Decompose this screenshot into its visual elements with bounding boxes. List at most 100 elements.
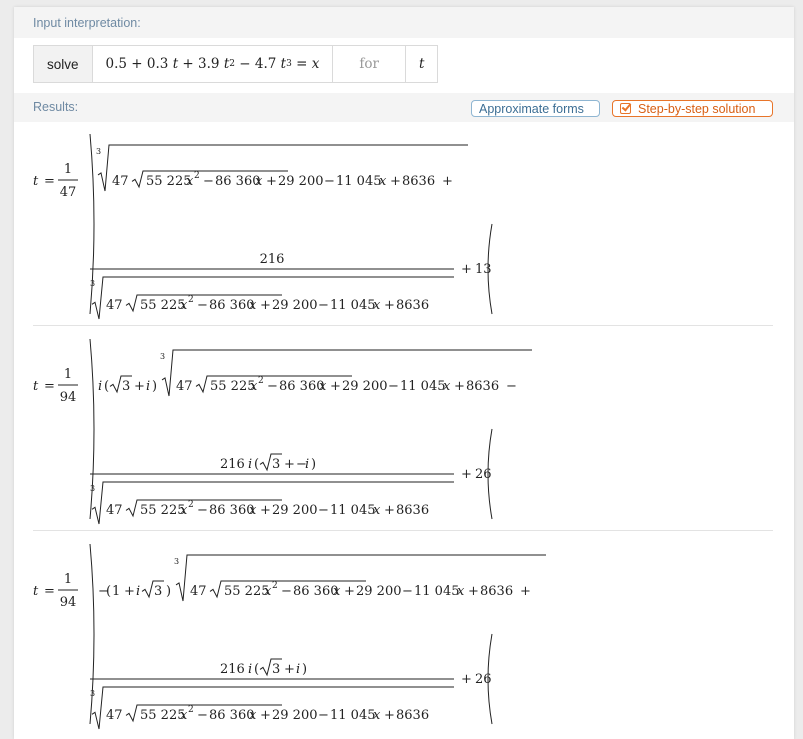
sol1-den-plus2: +: [384, 298, 395, 313]
sol3-frac-num: 1: [64, 572, 72, 587]
sol3-top-r3: 29 200: [356, 584, 402, 599]
sol3-rp: ): [166, 584, 171, 599]
sol3-t-var: t: [33, 584, 39, 599]
sol1-top-l1: 11 045: [336, 174, 382, 189]
solutions-area: t =147347 55 225x 2−86 360x +29 200−11 045x +…: [33, 133, 546, 730]
sol3-num-lp: (: [254, 662, 259, 677]
step-by-step-icon: [620, 103, 631, 114]
sol1-den-x3: x: [373, 298, 381, 313]
sol2-top-plus: +: [330, 379, 341, 394]
sol2-top-plus2: +: [454, 379, 465, 394]
sol1-const: 13: [475, 262, 492, 277]
coef-0: 0.5: [105, 56, 127, 72]
for-variable-cell: t: [406, 46, 437, 82]
sol1-den-r1: 55 225: [140, 298, 186, 313]
sol1-top-x: x: [186, 174, 194, 189]
sol3-den-plus: +: [260, 708, 271, 723]
sol3-frac-den: 94: [60, 595, 77, 610]
sol2-den-l1: 11 045: [330, 503, 376, 518]
sol3-cuberoot-top-index: 3: [174, 557, 179, 566]
for-cell: for: [333, 46, 406, 82]
sol2-top-x: x: [250, 379, 258, 394]
sol2-num-lp: (: [254, 457, 259, 472]
approximate-forms-button[interactable]: Approximate forms: [471, 100, 600, 117]
sol2-den-x: x: [180, 503, 188, 518]
sol1-den-l2: 8636: [396, 298, 429, 313]
sol2-top-r3: 29 200: [342, 379, 388, 394]
sol2-den-r2: 86 360: [209, 503, 255, 518]
input-interpretation-title: Input interpretation:: [33, 16, 141, 30]
var-x: x: [311, 56, 320, 72]
sol2-const: 26: [475, 467, 492, 482]
var-t: t: [172, 56, 179, 72]
sol2-top-x2: x: [319, 379, 327, 394]
sol1-den-sq: 2: [188, 295, 194, 305]
sol3-den-minus2: −: [318, 708, 329, 723]
sol1-top-plus: +: [266, 174, 277, 189]
sol2-i2: i: [146, 379, 150, 394]
sol3-den-plus2: +: [384, 708, 395, 723]
exponent-3: 3: [286, 59, 292, 69]
sol3-top-x: x: [264, 584, 272, 599]
sol2-den-r1: 55 225: [140, 503, 186, 518]
sol1-cuberoot-den-index: 3: [90, 279, 95, 288]
sol2-cuberoot-den-index: 3: [90, 484, 95, 493]
sol2-den-x2: x: [249, 503, 257, 518]
sol3-num-three: 3: [272, 662, 280, 677]
sol1-plus-const: +: [461, 262, 472, 277]
sol1-cuberoot-top-index: 3: [96, 147, 101, 156]
sol2-top-minus2: −: [388, 379, 399, 394]
sol1-top-minus: −: [203, 174, 214, 189]
sol3-i: i: [136, 584, 140, 599]
sol2-top-l2: 8636: [466, 379, 499, 394]
sol1-den-minus: −: [197, 298, 208, 313]
solve-cell: solve: [34, 46, 93, 82]
sol3-den-coef-47: 47: [106, 708, 123, 723]
sol2-den-l2: 8636: [396, 503, 429, 518]
input-interpretation-header: Input interpretation:: [14, 7, 794, 38]
sol3-const: 26: [475, 672, 492, 687]
sol3-top-plus: +: [344, 584, 355, 599]
sol3-top-l1: 11 045: [414, 584, 460, 599]
sol1-t-var: t: [33, 174, 39, 189]
sol3-den-x2: x: [249, 708, 257, 723]
sol3-den-l2: 8636: [396, 708, 429, 723]
sol2-three: 3: [122, 379, 130, 394]
sol3-top-minus: −: [281, 584, 292, 599]
step-by-step-button[interactable]: Step-by-step solution: [612, 100, 773, 117]
sol1-den-minus2: −: [318, 298, 329, 313]
sol2-den-minus2: −: [318, 503, 329, 518]
sol1-equals: =: [44, 174, 55, 189]
sol1-top-plus2: +: [390, 174, 401, 189]
sol2-num-plus: +: [284, 457, 295, 472]
sol3-num: 216: [220, 662, 245, 677]
sol3-top-plus2: +: [468, 584, 479, 599]
sol2-cuberoot-top-index: 3: [160, 352, 165, 361]
sol2-top-coef-47: 47: [176, 379, 193, 394]
sol3-equals: =: [44, 584, 55, 599]
sol1-top-minus2: −: [324, 174, 335, 189]
sol2-den-coef-47: 47: [106, 503, 123, 518]
sol3-num-rp: ): [302, 662, 307, 677]
sol2-frac-den: 94: [60, 390, 77, 405]
sol2-rp: ): [152, 379, 157, 394]
sol2-top-sq: 2: [258, 376, 264, 386]
sol3-top-r1: 55 225: [224, 584, 270, 599]
sol3-den-r3: 29 200: [272, 708, 318, 723]
sol3-den-x3: x: [373, 708, 381, 723]
equation-cell: 0.5 + 0.3 t + 3.9 t2 − 4.7 t3 = x: [93, 46, 334, 82]
sol2-den-sq: 2: [188, 500, 194, 510]
sol2-den-plus: +: [260, 503, 271, 518]
sol3-top-minus2: −: [402, 584, 413, 599]
sol2-top-r2: 86 360: [279, 379, 325, 394]
sol2-den-x3: x: [373, 503, 381, 518]
sol2-top-minus: −: [267, 379, 278, 394]
sol2-den-minus: −: [197, 503, 208, 518]
sol1-frac-num: 1: [64, 162, 72, 177]
sol1-num: 216: [260, 252, 285, 267]
result-panel: Input interpretation: solve 0.5 + 0.3 t …: [14, 7, 794, 739]
coef-3: 4.7: [254, 56, 277, 72]
sol2-num: 216: [220, 457, 245, 472]
sol3-top-coef-47: 47: [190, 584, 207, 599]
exponent-2: 2: [229, 59, 235, 69]
